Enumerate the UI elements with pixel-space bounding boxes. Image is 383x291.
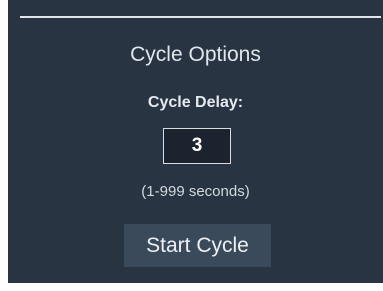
top-divider bbox=[20, 16, 381, 18]
cycle-delay-label: Cycle Delay: bbox=[147, 94, 244, 111]
start-cycle-button[interactable]: Start Cycle bbox=[124, 224, 271, 267]
cycle-delay-input[interactable] bbox=[163, 128, 231, 164]
panel-title: Cycle Options bbox=[130, 43, 261, 66]
delay-range-hint: (1-999 seconds) bbox=[141, 183, 250, 200]
cycle-options-panel: Cycle Options Cycle Delay: (1-999 second… bbox=[8, 0, 383, 291]
bottom-margin bbox=[0, 283, 383, 291]
